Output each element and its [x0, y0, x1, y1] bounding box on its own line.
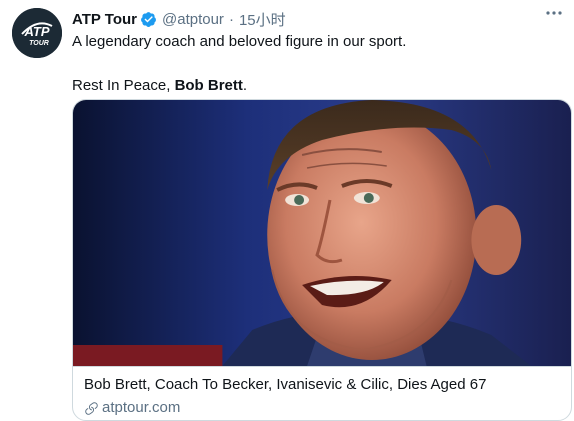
verified-badge-icon: [141, 11, 156, 27]
separator-dot: ·: [228, 10, 234, 28]
card-title[interactable]: Bob Brett, Coach To Becker, Ivanisevic &…: [84, 375, 560, 395]
tweet-header: ATP Tour @atptour · 15小时: [72, 8, 574, 30]
handle[interactable]: @atptour: [162, 11, 224, 28]
tweet-content: ATP Tour @atptour · 15小时 A legendary coa…: [72, 8, 574, 96]
avatar-logo-subtext: TOUR: [29, 40, 49, 47]
tweet-text-line2: Rest In Peace, Bob Brett.: [72, 76, 574, 96]
card-domain[interactable]: atptour.com: [84, 398, 560, 418]
atp-logo: ATP TOUR: [12, 8, 62, 58]
avatar[interactable]: ATP TOUR: [12, 8, 62, 58]
tweet-text-prefix: Rest In Peace,: [72, 77, 175, 94]
card-image[interactable]: [73, 100, 571, 366]
card-domain-text[interactable]: atptour.com: [102, 398, 180, 418]
link-card[interactable]: Bob Brett, Coach To Becker, Ivanisevic &…: [72, 99, 572, 421]
avatar-logo-text: ATP: [23, 24, 49, 39]
tweet-text-suffix: .: [242, 77, 248, 94]
tweet[interactable]: ATP TOUR ATP Tour @atptour · 15小时 A lege…: [0, 0, 574, 421]
link-icon: [85, 401, 98, 415]
timestamp[interactable]: 15小时: [239, 9, 286, 30]
more-options-icon[interactable]: [544, 8, 564, 18]
tweet-text-bold: Bob Brett: [174, 77, 243, 94]
tweet-text-line1: A legendary coach and beloved figure in …: [72, 33, 407, 50]
display-name[interactable]: ATP Tour: [72, 11, 137, 28]
card-info[interactable]: Bob Brett, Coach To Becker, Ivanisevic &…: [73, 366, 571, 420]
